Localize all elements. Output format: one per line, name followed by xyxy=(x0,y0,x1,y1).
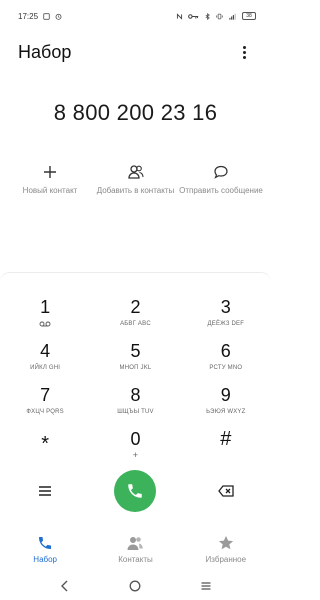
quick-actions: Новый контакт Добавить в контакты Отправ… xyxy=(0,164,271,196)
keypad-row: 7 ФХЦЧ PQRS 8 ШЩЪЫ TUV 9 ЬЭЮЯ WXYZ xyxy=(0,384,271,417)
key-2[interactable]: 2 АБВГ ABC xyxy=(95,296,175,329)
key-letters: РСТУ MNO xyxy=(209,365,243,371)
keypad-row: * 0 + # xyxy=(0,428,271,460)
key-5[interactable]: 5 МНОП JKL xyxy=(95,340,175,373)
key-6[interactable]: 6 РСТУ MNO xyxy=(186,340,266,373)
key-hash[interactable]: # xyxy=(186,428,266,460)
key-letters: ФХЦЧ PQRS xyxy=(26,409,64,415)
key-4[interactable]: 4 ИЙКЛ GHI xyxy=(5,340,85,373)
phone-icon xyxy=(128,484,143,498)
add-contact-icon xyxy=(127,165,144,179)
tab-label: Контакты xyxy=(118,555,153,564)
call-button-cell xyxy=(95,470,175,512)
tab-label: Набор xyxy=(33,555,58,564)
add-to-contacts-button[interactable]: Добавить в контакты xyxy=(94,164,178,196)
star-icon xyxy=(218,536,233,550)
nfc-icon xyxy=(176,12,183,20)
keypad-row: 1 2 АБВГ ABC 3 ДЕЁЖЗ DEF xyxy=(0,296,271,329)
key-digit: 2 xyxy=(130,297,141,317)
tab-dialer[interactable]: Набор xyxy=(5,535,85,564)
battery-icon: 38 xyxy=(242,12,256,20)
message-icon xyxy=(214,165,228,179)
more-dot xyxy=(242,55,246,59)
key-icon xyxy=(188,13,199,19)
menu-icon xyxy=(39,486,52,496)
more-dot xyxy=(242,45,246,49)
status-left: 17:25 xyxy=(18,12,62,21)
key-digit: 3 xyxy=(220,297,231,317)
key-digit: 6 xyxy=(220,341,231,361)
key-letters: АБВГ ABC xyxy=(120,321,151,327)
dialed-number[interactable]: 8 800 200 23 16 xyxy=(0,100,271,126)
page-title: Набор xyxy=(18,41,72,62)
status-bar: 17:25 38 xyxy=(0,0,271,32)
key-digit: * xyxy=(41,433,50,455)
key-8[interactable]: 8 ШЩЪЫ TUV xyxy=(95,384,175,417)
backspace-icon xyxy=(217,485,234,497)
key-letters: МНОП JKL xyxy=(119,365,152,371)
signal-icon xyxy=(229,13,236,20)
key-letters: ШЩЪЫ TUV xyxy=(117,409,154,415)
send-message-label: Отправить сообщение xyxy=(179,186,263,195)
back-icon[interactable] xyxy=(59,580,71,592)
home-icon[interactable] xyxy=(129,580,141,592)
key-7[interactable]: 7 ФХЦЧ PQRS xyxy=(5,384,85,417)
notification-icon xyxy=(43,12,50,20)
key-1[interactable]: 1 xyxy=(5,296,85,329)
key-3[interactable]: 3 ДЕЁЖЗ DEF xyxy=(186,296,266,329)
plus-icon xyxy=(44,166,56,178)
key-plus: + xyxy=(132,450,139,460)
voicemail-icon xyxy=(39,321,51,327)
dialpad-menu-button[interactable] xyxy=(5,485,85,497)
key-digit: 4 xyxy=(40,341,51,361)
new-contact-button[interactable]: Новый контакт xyxy=(8,164,92,196)
contacts-icon xyxy=(127,537,144,550)
key-letters: ИЙКЛ GHI xyxy=(30,365,61,371)
tab-label: Избранное xyxy=(205,555,247,564)
tab-contacts[interactable]: Контакты xyxy=(95,535,175,564)
tab-favorites[interactable]: Избранное xyxy=(186,535,266,564)
backspace-button[interactable] xyxy=(186,485,266,497)
key-digit: 5 xyxy=(130,341,141,361)
key-digit: 9 xyxy=(220,385,231,405)
app-bar: Набор xyxy=(0,38,271,66)
bottom-tabs: Набор Контакты Избранное xyxy=(0,535,271,564)
alarm-icon xyxy=(55,13,62,20)
key-0[interactable]: 0 + xyxy=(95,428,175,460)
key-9[interactable]: 9 ЬЭЮЯ WXYZ xyxy=(186,384,266,417)
key-digit: 7 xyxy=(40,385,51,405)
more-options-button[interactable] xyxy=(237,43,251,61)
bluetooth-icon xyxy=(205,12,210,20)
key-digit: 1 xyxy=(40,297,51,317)
key-digit: # xyxy=(220,428,232,450)
new-contact-label: Новый контакт xyxy=(22,186,78,195)
add-to-contacts-label: Добавить в контакты xyxy=(96,186,175,195)
status-right: 38 xyxy=(176,12,256,20)
system-nav-bar xyxy=(0,572,271,600)
key-star[interactable]: * xyxy=(5,428,85,460)
call-button[interactable] xyxy=(114,470,157,512)
key-letters: ЬЭЮЯ WXYZ xyxy=(206,409,246,415)
phone-icon xyxy=(39,537,52,549)
keypad-row: 4 ИЙКЛ GHI 5 МНОП JKL 6 РСТУ MNO xyxy=(0,340,271,373)
send-message-button[interactable]: Отправить сообщение xyxy=(179,164,263,196)
recents-icon[interactable] xyxy=(200,580,212,592)
key-letters: ДЕЁЖЗ DEF xyxy=(207,321,245,327)
status-time: 17:25 xyxy=(18,11,39,21)
vibrate-icon xyxy=(216,13,223,19)
dialer-controls xyxy=(0,470,271,512)
key-digit: 8 xyxy=(130,385,141,405)
more-dot xyxy=(242,50,246,54)
key-digit: 0 xyxy=(130,429,141,449)
